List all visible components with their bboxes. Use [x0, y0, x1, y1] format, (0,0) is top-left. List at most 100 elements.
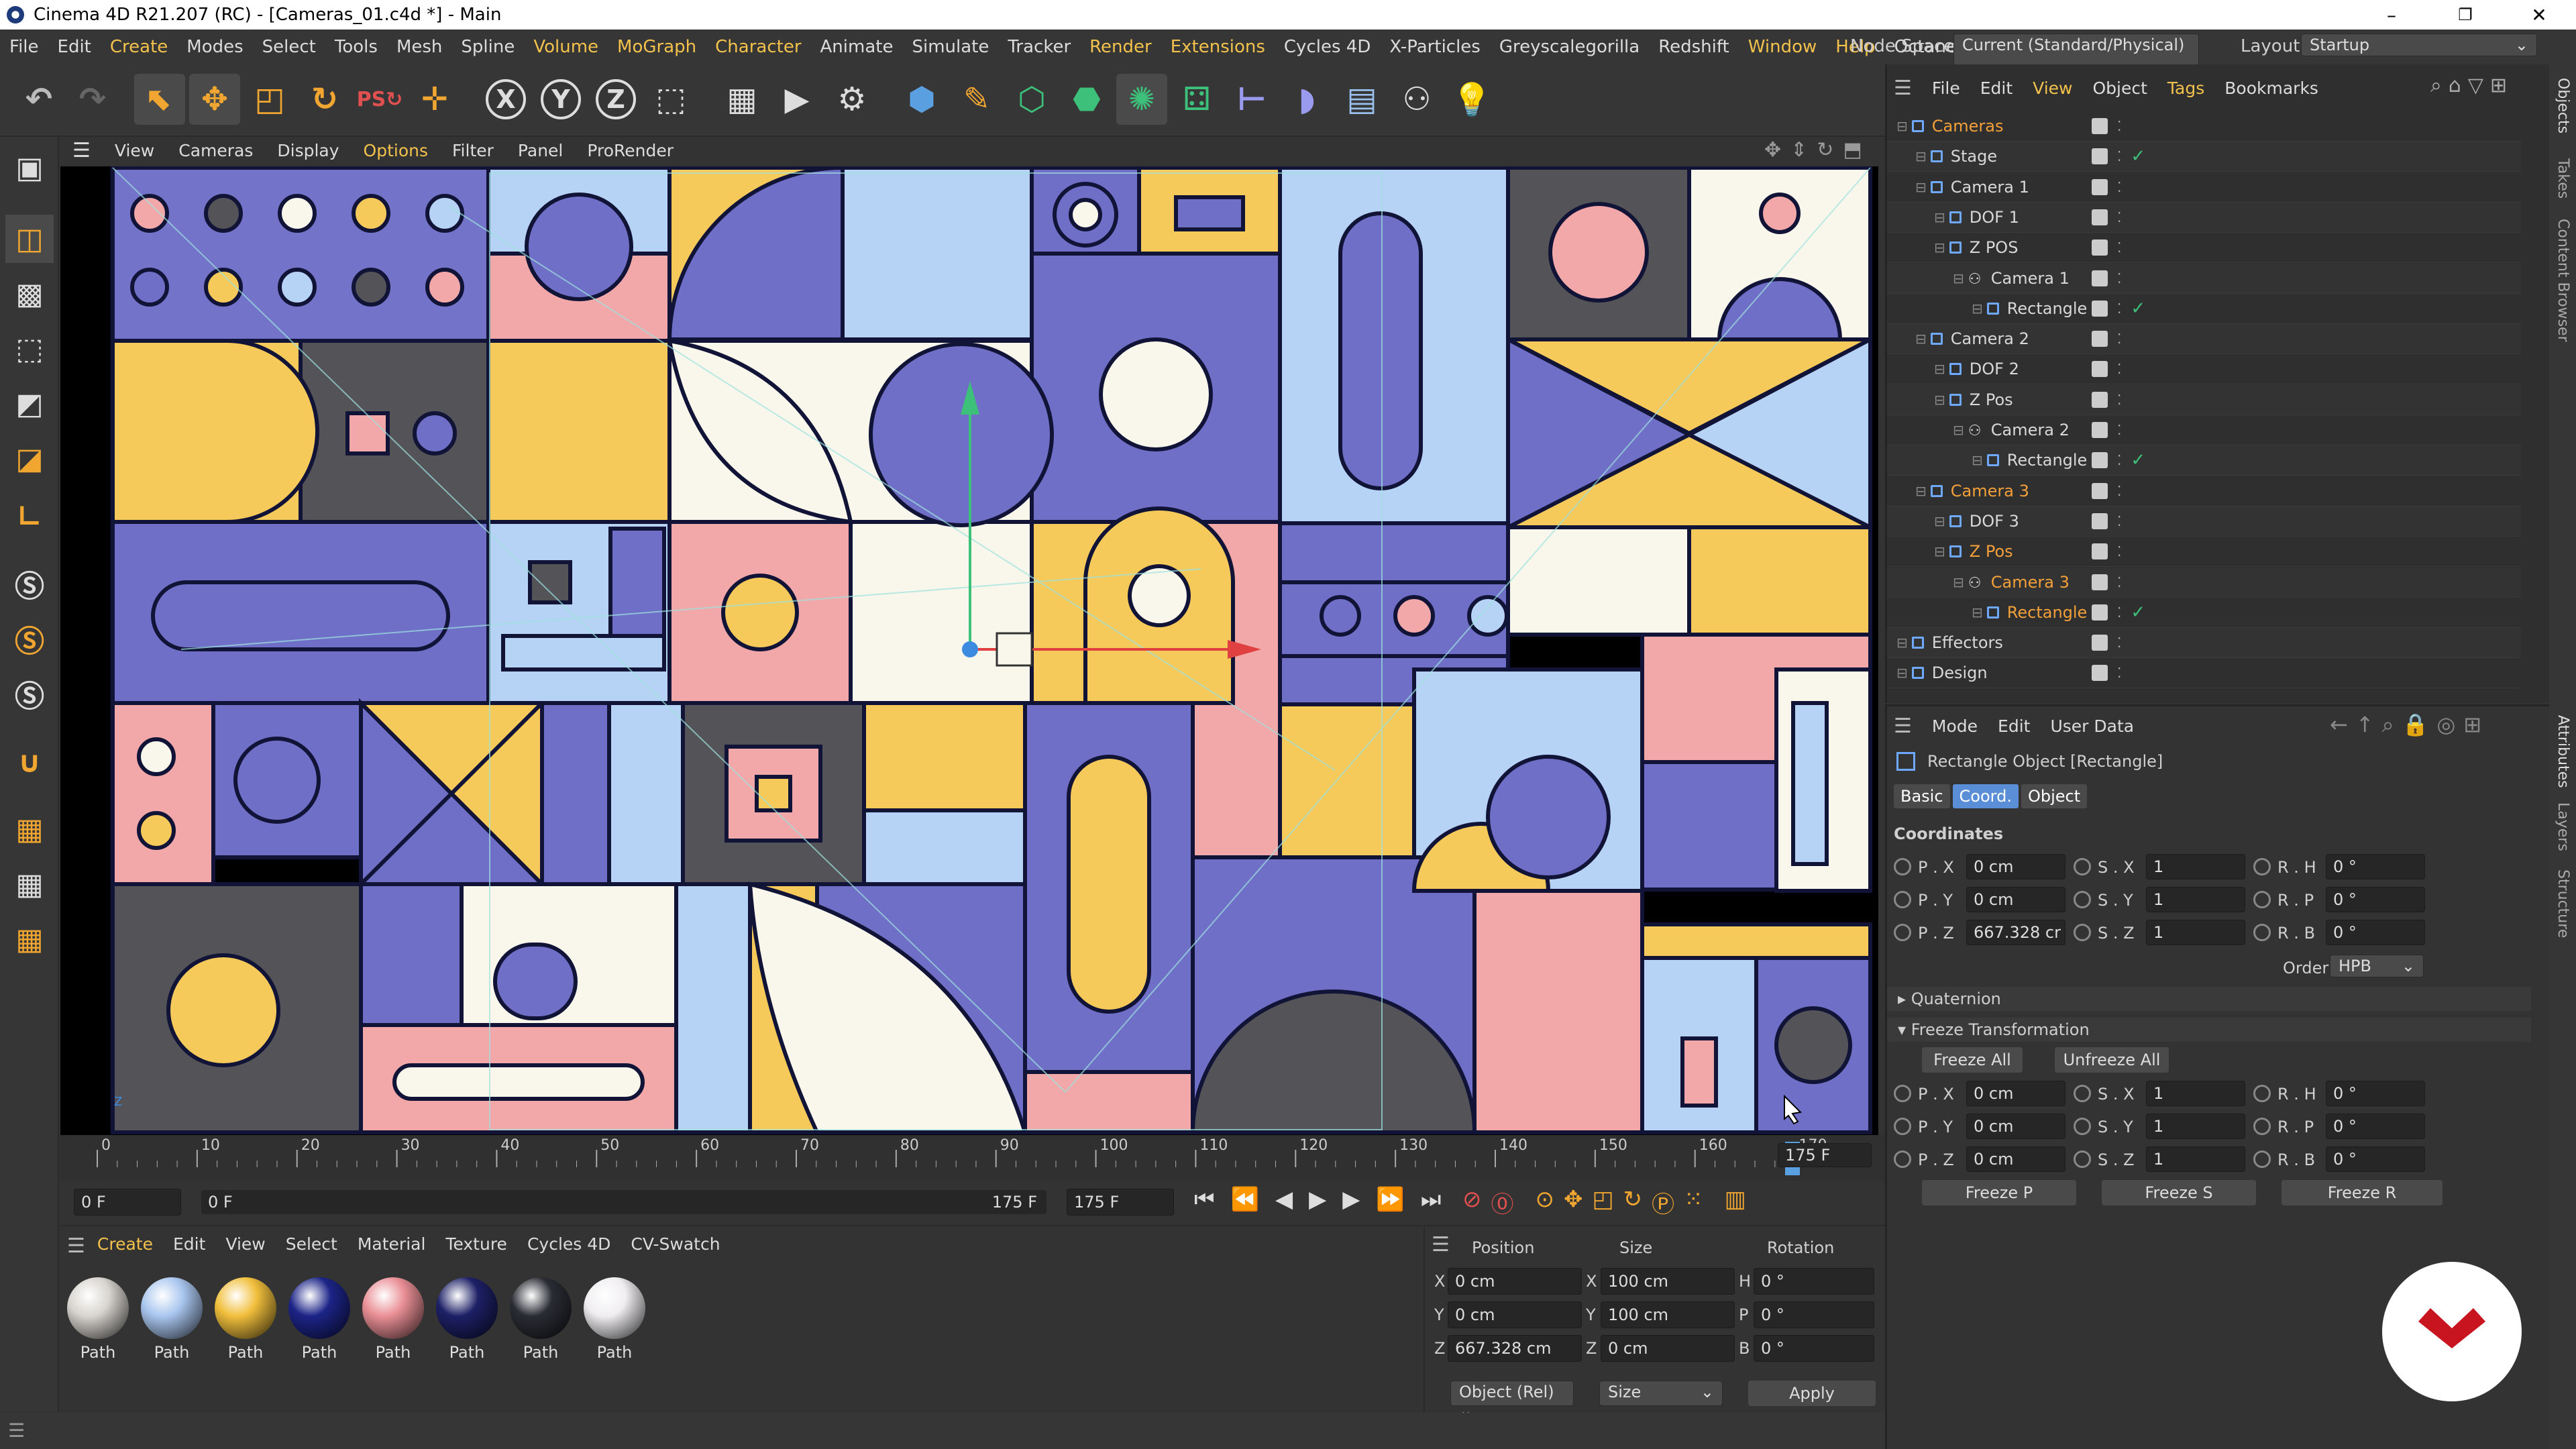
- object-menu-edit[interactable]: Edit: [1980, 78, 2012, 98]
- menu-cycles-4d[interactable]: Cycles 4D: [1275, 37, 1380, 57]
- material-swatch[interactable]: Path: [64, 1275, 131, 1362]
- layer-icon[interactable]: [2092, 665, 2108, 682]
- undo-icon[interactable]: ↶: [13, 74, 64, 125]
- visibility-dots-icon[interactable]: ⁚: [2117, 241, 2121, 254]
- size-field[interactable]: 0 cm: [1601, 1335, 1735, 1362]
- object-menu-file[interactable]: File: [1932, 78, 1960, 98]
- menu-window[interactable]: Window: [1739, 37, 1827, 57]
- object-row[interactable]: ⊟ Cameras ⁚: [1887, 111, 2521, 142]
- material-menu-texture[interactable]: Texture: [445, 1234, 507, 1258]
- object-menu-bookmarks[interactable]: Bookmarks: [2224, 78, 2318, 98]
- object-row[interactable]: ⊟ DOF 1 ⁚: [1887, 202, 2521, 233]
- visibility-dots-icon[interactable]: ⁚: [2117, 119, 2121, 133]
- check-icon[interactable]: ✓: [2131, 146, 2145, 166]
- animate-toggle[interactable]: [2074, 1118, 2091, 1135]
- step-back-icon[interactable]: ◀: [1275, 1186, 1293, 1213]
- hamburger-icon[interactable]: ☰: [1894, 76, 1912, 100]
- tree-expander-icon[interactable]: ⊟: [1953, 270, 1964, 286]
- layer-icon[interactable]: [2092, 635, 2108, 651]
- animate-toggle[interactable]: [1894, 1118, 1911, 1135]
- material-swatch[interactable]: Path: [581, 1275, 648, 1362]
- timeline-window-icon[interactable]: ▥: [1725, 1186, 1746, 1219]
- animate-toggle[interactable]: [2253, 1118, 2271, 1135]
- tree-expander-icon[interactable]: ⊟: [1934, 361, 1945, 377]
- recent-tools-icon[interactable]: PS↻: [354, 74, 405, 125]
- extrude-icon[interactable]: ⬣: [1061, 74, 1112, 125]
- tab-layers[interactable]: Layers: [2555, 802, 2571, 851]
- tree-expander-icon[interactable]: ⊟: [1915, 179, 1927, 195]
- check-icon[interactable]: ✓: [2131, 299, 2145, 319]
- object-menu-object[interactable]: Object: [2093, 78, 2147, 98]
- light-icon[interactable]: 💡: [1446, 74, 1497, 125]
- close-button[interactable]: ✕: [2502, 0, 2576, 30]
- timeline-ruler[interactable]: 0 10 20 30 40 50 60 70 80 90 100 110 120 130 140 150 160…: [60, 1135, 1885, 1181]
- menu-create[interactable]: Create: [101, 37, 177, 57]
- material-menu-cycles-4d[interactable]: Cycles 4D: [527, 1234, 610, 1258]
- material-swatch[interactable]: Path: [286, 1275, 353, 1362]
- menu-x-particles[interactable]: X-Particles: [1380, 37, 1490, 57]
- menu-volume[interactable]: Volume: [524, 37, 608, 57]
- visibility-dots-icon[interactable]: ⁚: [2117, 606, 2121, 619]
- field-value[interactable]: 0 °: [2326, 887, 2425, 912]
- animate-toggle[interactable]: [2074, 1085, 2091, 1102]
- freeze-section[interactable]: ▾ Freeze Transformation: [1887, 1018, 2531, 1042]
- layout-select[interactable]: Startup ⌄: [2301, 34, 2537, 56]
- position-field[interactable]: 667.328 cm: [1448, 1335, 1582, 1362]
- x-axis-lock[interactable]: X: [480, 74, 531, 125]
- field-value[interactable]: 0 °: [2326, 1081, 2425, 1106]
- menu-tools[interactable]: Tools: [325, 37, 387, 57]
- material-swatch[interactable]: Path: [138, 1275, 205, 1362]
- size-field[interactable]: 100 cm: [1601, 1268, 1735, 1295]
- menu-file[interactable]: File: [0, 37, 48, 57]
- apply-button[interactable]: Apply: [1748, 1381, 1876, 1406]
- object-row[interactable]: ⊟ Z Pos ⁚: [1887, 537, 2521, 568]
- object-row[interactable]: ⊟ Camera 1 ⁚: [1887, 172, 2521, 203]
- object-row[interactable]: ⊟ Stage ⁚ ✓: [1887, 142, 2521, 172]
- animate-toggle[interactable]: [1894, 891, 1911, 908]
- layer-icon[interactable]: [2092, 574, 2108, 590]
- viewport-menu-panel[interactable]: Panel: [506, 141, 575, 160]
- tab-takes[interactable]: Takes: [2555, 158, 2571, 199]
- visibility-dots-icon[interactable]: ⁚: [2117, 332, 2121, 345]
- layer-icon[interactable]: [2092, 422, 2108, 438]
- position-key-icon[interactable]: ✥: [1564, 1186, 1583, 1219]
- menu-render[interactable]: Render: [1080, 37, 1161, 57]
- material-swatch[interactable]: Path: [507, 1275, 574, 1362]
- layer-icon[interactable]: [2092, 300, 2108, 317]
- magnet-icon[interactable]: ∪: [5, 738, 54, 786]
- tree-expander-icon[interactable]: ⊟: [1915, 483, 1927, 499]
- freeze-all-button[interactable]: Freeze All: [1922, 1047, 2023, 1073]
- visibility-dots-icon[interactable]: ⁚: [2117, 576, 2121, 589]
- subdivision-icon[interactable]: ⬡: [1006, 74, 1057, 125]
- tree-expander-icon[interactable]: ⊟: [1953, 574, 1964, 590]
- attribute-menu-user-data[interactable]: User Data: [2050, 716, 2134, 736]
- menu-simulate[interactable]: Simulate: [902, 37, 998, 57]
- play-icon[interactable]: ▶: [1309, 1186, 1326, 1213]
- field-value[interactable]: 0 °: [2326, 854, 2425, 879]
- animate-toggle[interactable]: [2253, 924, 2271, 941]
- menu-edit[interactable]: Edit: [48, 37, 101, 57]
- visibility-dots-icon[interactable]: ⁚: [2117, 484, 2121, 498]
- viewport-menu-prorender[interactable]: ProRender: [575, 141, 686, 160]
- object-row[interactable]: ⊟ ⚇ Camera 1 ⁚: [1887, 263, 2521, 294]
- visibility-dots-icon[interactable]: ⁚: [2117, 515, 2121, 528]
- viewport-menu-display[interactable]: Display: [265, 141, 351, 160]
- menu-modes[interactable]: Modes: [177, 37, 252, 57]
- rotation-key-icon[interactable]: ↻: [1623, 1186, 1643, 1219]
- animate-toggle[interactable]: [2253, 1085, 2271, 1102]
- hamburger-icon[interactable]: ☰: [60, 139, 103, 162]
- tab-basic[interactable]: Basic: [1894, 784, 1950, 808]
- visibility-dots-icon[interactable]: ⁚: [2117, 666, 2121, 680]
- layer-icon[interactable]: [2092, 543, 2108, 560]
- menu-tracker[interactable]: Tracker: [998, 37, 1080, 57]
- object-row[interactable]: ⊟ Z Pos ⁚: [1887, 384, 2521, 415]
- field-value[interactable]: 0 cm: [1966, 854, 2065, 879]
- navigation-icons[interactable]: ←↑⌕🔒◎⊞: [2330, 712, 2489, 738]
- position-field[interactable]: 0 cm: [1448, 1268, 1582, 1295]
- parameter-key-icon[interactable]: Ⓟ: [1652, 1186, 1674, 1219]
- model-mode-icon[interactable]: ◫: [5, 215, 54, 263]
- bend-icon[interactable]: ◗: [1281, 74, 1332, 125]
- hamburger-icon[interactable]: ☰: [67, 1234, 85, 1258]
- layer-icon[interactable]: [2092, 452, 2108, 469]
- record-icon[interactable]: ⊘: [1462, 1186, 1482, 1219]
